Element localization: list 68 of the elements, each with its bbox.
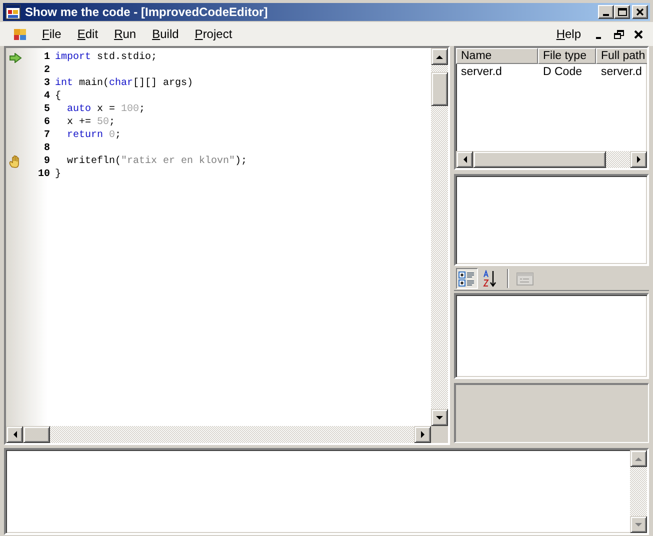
triangle-up-icon (435, 54, 444, 60)
line-number: 6 (42, 116, 50, 129)
scroll-thumb[interactable] (473, 151, 606, 168)
categorized-icon[interactable] (456, 268, 478, 288)
window-title: Show me the code - [ImprovedCodeEditor] (25, 5, 269, 19)
column-header[interactable]: Name (456, 48, 538, 64)
scroll-right-button[interactable] (414, 426, 431, 443)
document-icon (12, 26, 28, 42)
output-panel[interactable] (4, 448, 649, 535)
table-cell[interactable]: D Code (538, 66, 596, 78)
menu-item[interactable]: Project (186, 25, 240, 43)
line-number: 2 (42, 64, 50, 77)
table-cell[interactable]: server.d (456, 66, 538, 78)
menu-item[interactable]: Run (106, 25, 144, 43)
scroll-down-button[interactable] (431, 409, 448, 426)
line-number: 3 (42, 77, 50, 90)
triangle-right-icon (636, 155, 642, 164)
scroll-down-button[interactable] (630, 516, 647, 533)
horizontal-scrollbar[interactable] (456, 151, 647, 168)
close-button[interactable] (632, 5, 648, 19)
code-line: writefln("ratix er en klovn"); (66, 155, 248, 168)
line-number: 8 (42, 142, 50, 155)
code-line: { (55, 90, 62, 103)
scroll-left-button[interactable] (456, 151, 473, 168)
code-line: import std.stdio; (55, 51, 158, 64)
scroll-up-button[interactable] (630, 450, 647, 467)
scroll-right-button[interactable] (630, 151, 647, 168)
restore-icon[interactable] (614, 30, 624, 38)
table-cell[interactable]: server.d (596, 66, 647, 78)
vertical-scrollbar[interactable] (431, 48, 448, 426)
triangle-down-icon (435, 414, 444, 420)
scroll-thumb[interactable] (23, 426, 50, 443)
line-number: 10 (36, 168, 50, 181)
app-icon (5, 4, 21, 20)
scroll-thumb[interactable] (431, 72, 448, 106)
triangle-left-icon (12, 430, 18, 439)
close-icon (636, 8, 644, 16)
code-line: } (55, 168, 62, 181)
property-grid[interactable] (454, 293, 649, 379)
line-number: 5 (42, 103, 50, 116)
scroll-up-button[interactable] (431, 48, 448, 65)
line-number: 4 (42, 90, 50, 103)
line-number: 9 (42, 155, 50, 168)
menu-item[interactable]: Edit (69, 25, 106, 43)
column-header[interactable]: File type (538, 48, 596, 64)
vertical-scrollbar[interactable] (630, 450, 647, 533)
maximize-icon (618, 8, 626, 16)
line-number: 1 (42, 51, 50, 64)
code-editor[interactable]: 1 import std.stdio; 2 3 int main(char[][] args) 4 { 5 auto x = 100; 6 x += 50; 7 return 0; 8 9 writefln("ratix er en klovn"); 10 } (6, 48, 431, 426)
close-icon[interactable] (634, 30, 644, 38)
maximize-button[interactable] (614, 5, 630, 19)
code-line: int main(char[][] args) (55, 77, 194, 90)
menu-item[interactable]: Build (144, 25, 187, 43)
code-line: return 0; (66, 129, 122, 142)
code-line: auto x = 100; (66, 103, 146, 116)
scroll-left-button[interactable] (6, 426, 23, 443)
triangle-right-icon (420, 430, 426, 439)
code-line: x += 50; (66, 116, 116, 129)
minimize-button[interactable] (598, 5, 614, 19)
triangle-left-icon (462, 155, 468, 164)
horizontal-scrollbar[interactable] (6, 426, 431, 443)
line-number: 7 (42, 129, 50, 142)
column-header[interactable]: Full path (596, 48, 647, 64)
menu-item[interactable]: File (34, 25, 70, 43)
scrollbar-corner (431, 426, 448, 443)
triangle-down-icon (634, 522, 643, 528)
triangle-up-icon (634, 456, 643, 462)
menu-item[interactable]: Help (548, 25, 589, 43)
